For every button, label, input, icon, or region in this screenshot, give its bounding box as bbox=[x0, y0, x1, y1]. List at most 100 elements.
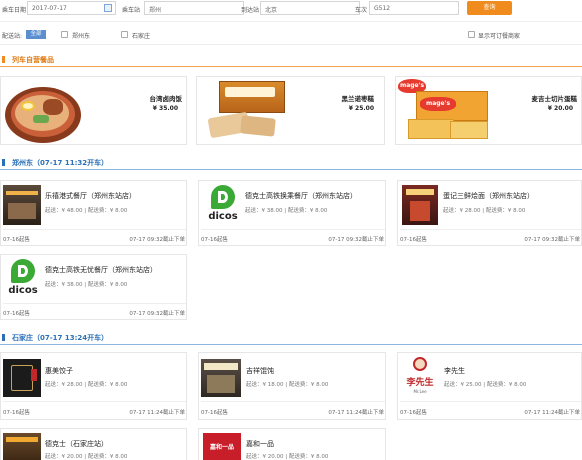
restaurant-card[interactable]: dicos 德克士高铁无忧餐厅（郑州东站店） 起送：¥ 38.00 | 配送费：… bbox=[0, 254, 187, 320]
product-card[interactable]: 台湾卤肉饭 ¥ 35.00 bbox=[0, 76, 187, 145]
train-number-input[interactable]: G512 bbox=[369, 1, 459, 15]
order-deadline: 07-17 09:32截止下单 bbox=[328, 237, 384, 243]
restaurant-delivery-info: 起送：¥ 25.00 | 配送费：¥ 8.00 bbox=[444, 382, 527, 388]
restaurant-name: 嘉和一品 bbox=[246, 440, 274, 448]
sale-start: 07-16起售 bbox=[400, 237, 427, 243]
restaurant-name: 吉祥馄饨 bbox=[246, 367, 274, 375]
restaurant-photo bbox=[3, 433, 41, 460]
product-name: 麦吉士切片蛋糕 bbox=[531, 95, 578, 103]
filter-all-button[interactable]: 全部 bbox=[26, 30, 46, 39]
restaurant-delivery-info: 起送：¥ 28.00 | 配送费：¥ 8.00 bbox=[45, 382, 128, 388]
section-line bbox=[0, 344, 582, 345]
restaurant-card[interactable]: 乐禧港式餐厅（郑州东站店） 起送：¥ 48.00 | 配送费：¥ 8.00 07… bbox=[0, 180, 187, 246]
page: 乘车日期 2017-07-17 乘车站 郑州 到达站 北京 车次 G512 查询… bbox=[0, 0, 582, 460]
filter-shijiazhuang-label: 石家庄 bbox=[132, 33, 151, 40]
restaurant-name: 德克士高铁换乘餐厅（郑州东站店） bbox=[245, 192, 357, 200]
card-divider bbox=[3, 401, 186, 402]
order-deadline: 07-17 11:24截止下单 bbox=[328, 410, 384, 416]
restaurant-name: 乐禧港式餐厅（郑州东站店） bbox=[45, 192, 136, 200]
restaurant-name: 德克士高铁无忧餐厅（郑州东站店） bbox=[45, 266, 157, 274]
sale-start: 07-16起售 bbox=[3, 410, 30, 416]
order-deadline: 07-17 11:24截止下单 bbox=[129, 410, 185, 416]
card-divider bbox=[201, 229, 385, 230]
from-station-label: 乘车站 bbox=[122, 7, 141, 14]
dicos-logo: dicos bbox=[5, 259, 41, 299]
sale-start: 07-16起售 bbox=[400, 410, 427, 416]
restaurant-card[interactable]: 吉祥馄饨 起送：¥ 18.00 | 配送费：¥ 8.00 07-16起售 07-… bbox=[198, 352, 386, 420]
date-input[interactable]: 2017-07-17 bbox=[27, 1, 116, 15]
restaurant-card[interactable]: 惠美饺子 起送：¥ 28.00 | 配送费：¥ 8.00 07-16起售 07-… bbox=[0, 352, 187, 420]
restaurant-card[interactable]: 蛋记三鲜烩面（郑州东站店） 起送：¥ 28.00 | 配送费：¥ 8.00 07… bbox=[397, 180, 582, 246]
dicos-logo: dicos bbox=[205, 185, 241, 225]
restaurant-name: 德克士（石家庄站） bbox=[45, 440, 108, 448]
calendar-icon[interactable] bbox=[104, 4, 112, 12]
restaurant-card[interactable]: 嘉和一品 嘉和一品 起送：¥ 20.00 | 配送费：¥ 8.00 bbox=[198, 428, 386, 460]
card-divider bbox=[400, 229, 581, 230]
restaurant-logo-huimei bbox=[3, 359, 41, 397]
show-orderable-checkbox[interactable] bbox=[468, 31, 475, 38]
filter-shijiazhuang-checkbox[interactable] bbox=[121, 31, 128, 38]
section-header-train-meals: 列车自营餐品 bbox=[0, 54, 582, 68]
card-divider bbox=[400, 401, 581, 402]
section-marker bbox=[2, 159, 5, 166]
filter-zhengzhoudong-label: 郑州东 bbox=[72, 33, 91, 40]
restaurant-card[interactable]: dicos 德克士高铁换乘餐厅（郑州东站店） 起送：¥ 38.00 | 配送费：… bbox=[198, 180, 386, 246]
product-image-braised-pork-rice bbox=[3, 77, 83, 144]
restaurant-delivery-info: 起送：¥ 38.00 | 配送费：¥ 8.00 bbox=[245, 208, 328, 214]
filter-divider bbox=[0, 44, 582, 45]
sale-start: 07-16起售 bbox=[3, 311, 30, 317]
section-line bbox=[0, 169, 582, 170]
show-orderable-label: 显示可订餐商家 bbox=[478, 33, 521, 40]
restaurant-photo bbox=[3, 185, 41, 225]
product-price: ¥ 20.00 bbox=[547, 105, 573, 112]
search-button[interactable]: 查询 bbox=[467, 1, 512, 15]
restaurant-name: 李先生 bbox=[444, 367, 465, 375]
restaurant-name: 惠美饺子 bbox=[45, 367, 73, 375]
product-price: ¥ 35.00 bbox=[152, 105, 178, 112]
restaurant-card[interactable]: 德克士（石家庄站） 起送：¥ 20.00 | 配送费：¥ 8.00 bbox=[0, 428, 187, 460]
product-image-date-cake bbox=[203, 79, 295, 143]
product-name: 台湾卤肉饭 bbox=[149, 95, 183, 103]
product-card[interactable]: mage's mage's 麦吉士切片蛋糕 ¥ 20.00 bbox=[395, 76, 582, 145]
restaurant-card[interactable]: 李先生 Mr.Lee 李先生 起送：¥ 25.00 | 配送费：¥ 8.00 0… bbox=[397, 352, 582, 420]
sale-start: 07-16起售 bbox=[201, 410, 228, 416]
to-station-input[interactable]: 北京 bbox=[260, 1, 360, 15]
train-number-label: 车次 bbox=[355, 7, 368, 14]
order-deadline: 07-17 09:32截止下单 bbox=[129, 311, 185, 317]
section-header-zhengzhoudong: 郑州东（07-17 11:32开车） bbox=[0, 157, 582, 171]
product-card[interactable]: 黑兰诺枣糕 ¥ 25.00 bbox=[196, 76, 385, 145]
restaurant-delivery-info: 起送：¥ 48.00 | 配送费：¥ 8.00 bbox=[45, 208, 128, 214]
filter-zhengzhoudong-checkbox[interactable] bbox=[61, 31, 68, 38]
product-price: ¥ 25.00 bbox=[348, 105, 374, 112]
jiahe-logo: 嘉和一品 bbox=[203, 433, 241, 460]
section-line bbox=[0, 66, 582, 67]
top-divider bbox=[0, 21, 582, 22]
section-marker bbox=[2, 56, 5, 63]
station-filter-label: 配送站: bbox=[2, 33, 23, 40]
card-divider bbox=[3, 229, 186, 230]
restaurant-delivery-info: 起送：¥ 38.00 | 配送费：¥ 8.00 bbox=[45, 282, 128, 288]
order-deadline: 07-17 09:32截止下单 bbox=[129, 237, 185, 243]
restaurant-photo bbox=[201, 359, 241, 397]
section-title: 石家庄（07-17 13:24开车） bbox=[12, 334, 109, 342]
restaurant-name: 蛋记三鲜烩面（郑州东站店） bbox=[443, 192, 534, 200]
restaurant-photo bbox=[402, 185, 438, 225]
from-station-input[interactable]: 郑州 bbox=[144, 1, 244, 15]
product-name: 黑兰诺枣糕 bbox=[341, 95, 375, 103]
section-title: 郑州东（07-17 11:32开车） bbox=[12, 159, 109, 167]
sale-start: 07-16起售 bbox=[3, 237, 30, 243]
to-station-label: 到达站 bbox=[241, 7, 260, 14]
restaurant-delivery-info: 起送：¥ 28.00 | 配送费：¥ 8.00 bbox=[443, 208, 526, 214]
order-deadline: 07-17 11:24截止下单 bbox=[524, 410, 580, 416]
restaurant-delivery-info: 起送：¥ 18.00 | 配送费：¥ 8.00 bbox=[246, 382, 329, 388]
section-title: 列车自营餐品 bbox=[12, 56, 54, 64]
card-divider bbox=[201, 401, 385, 402]
section-header-shijiazhuang: 石家庄（07-17 13:24开车） bbox=[0, 332, 582, 346]
product-image-mages-cake: mage's mage's bbox=[398, 79, 490, 143]
date-label: 乘车日期 bbox=[2, 7, 27, 14]
restaurant-delivery-info: 起送：¥ 20.00 | 配送费：¥ 8.00 bbox=[246, 454, 329, 460]
mr-lee-logo: 李先生 Mr.Lee bbox=[402, 357, 438, 399]
card-divider bbox=[3, 303, 186, 304]
section-marker bbox=[2, 334, 5, 341]
search-bar: 乘车日期 2017-07-17 乘车站 郑州 到达站 北京 车次 G512 查询 bbox=[0, 0, 582, 17]
